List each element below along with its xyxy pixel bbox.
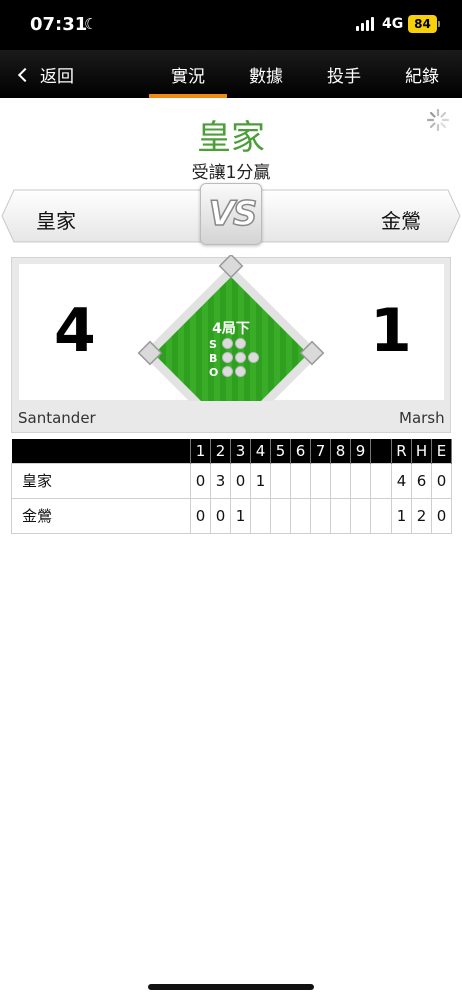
out-label: O xyxy=(209,366,219,379)
header-inning: 5 xyxy=(270,439,291,463)
header-spacer xyxy=(370,439,392,463)
runs-cell: 4 xyxy=(391,462,412,499)
inning-cell xyxy=(330,462,351,499)
linescore-table: 1 2 3 4 5 6 7 8 9 R H E 皇家 0 3 0 1 4 6 0… xyxy=(11,439,452,534)
inning-cell xyxy=(270,497,291,534)
home-indicator[interactable] xyxy=(148,984,314,990)
errors-cell: 0 xyxy=(431,462,452,499)
tab-live[interactable]: 實況 xyxy=(149,62,227,98)
spread-text: 受讓1分贏 xyxy=(191,163,271,183)
header-inning: 9 xyxy=(350,439,371,463)
away-pitcher-name: Santander xyxy=(18,409,96,427)
inning-cell: 1 xyxy=(250,462,271,499)
home-score: 1 xyxy=(370,296,412,366)
header-inning: 4 xyxy=(250,439,271,463)
chevron-left-icon xyxy=(17,67,33,82)
inning-cell xyxy=(290,497,311,534)
inning-cell xyxy=(350,497,371,534)
ball-dot xyxy=(235,352,246,363)
inning-cell: 1 xyxy=(230,497,251,534)
strike-label: S xyxy=(209,338,217,351)
network-type: 4G xyxy=(382,16,404,32)
inning-cell: 3 xyxy=(210,462,231,499)
inning-cell xyxy=(270,462,291,499)
ball-label: B xyxy=(209,352,218,365)
inning-cell: 0 xyxy=(190,497,211,534)
battery-tip xyxy=(438,21,440,27)
home-pitcher-name: Marsh xyxy=(399,409,445,427)
header-runs: R xyxy=(391,439,412,463)
inning-cell xyxy=(310,462,331,499)
strike-dot xyxy=(222,338,233,349)
inning-cell xyxy=(330,497,351,534)
inning-cell xyxy=(250,497,271,534)
out-dot xyxy=(235,366,246,377)
vs-badge: VS xyxy=(200,183,262,245)
away-team-name: 皇家 xyxy=(36,209,76,233)
inning-cell: 0 xyxy=(230,462,251,499)
nav-bar: 返回 實況 數據 投手 紀錄 xyxy=(0,50,462,98)
header-team xyxy=(11,439,191,463)
inning-cell: 0 xyxy=(210,497,231,534)
ball-dot xyxy=(222,352,233,363)
home-team-name: 金鶯 xyxy=(381,209,421,233)
header-inning: 6 xyxy=(290,439,311,463)
tab-records[interactable]: 紀錄 xyxy=(383,62,461,87)
hits-cell: 6 xyxy=(411,462,432,499)
header-inning: 1 xyxy=(190,439,211,463)
moon-icon: ☾ xyxy=(84,15,98,33)
header-inning: 8 xyxy=(330,439,351,463)
out-dot xyxy=(222,366,233,377)
back-label: 返回 xyxy=(40,67,74,87)
status-time: 07:31 xyxy=(30,14,88,35)
inning-cell: 0 xyxy=(190,462,211,499)
row-team-name: 皇家 xyxy=(11,462,191,499)
back-button[interactable]: 返回 xyxy=(16,62,74,87)
tab-pitchers[interactable]: 投手 xyxy=(305,62,383,87)
hits-cell: 2 xyxy=(411,497,432,534)
spacer-cell xyxy=(370,497,392,534)
inning-cell xyxy=(350,462,371,499)
inning-cell xyxy=(290,462,311,499)
tab-stats[interactable]: 數據 xyxy=(227,62,305,87)
page-title: 皇家 xyxy=(197,118,265,158)
spacer-cell xyxy=(370,462,392,499)
away-score: 4 xyxy=(54,296,96,366)
header-inning: 7 xyxy=(310,439,331,463)
linescore-header-row: 1 2 3 4 5 6 7 8 9 R H E xyxy=(11,439,452,463)
table-row: 皇家 0 3 0 1 4 6 0 xyxy=(11,462,452,499)
ball-dot xyxy=(248,352,259,363)
status-bar: 07:31 ☾ 4G 84 xyxy=(0,0,462,50)
inning-cell xyxy=(310,497,331,534)
table-row: 金鶯 0 0 1 1 2 0 xyxy=(11,497,452,534)
header-inning: 2 xyxy=(210,439,231,463)
header-errors: E xyxy=(431,439,452,463)
runs-cell: 1 xyxy=(391,497,412,534)
header-inning: 3 xyxy=(230,439,251,463)
vs-label: VS xyxy=(208,193,258,235)
header-hits: H xyxy=(411,439,432,463)
signal-icon xyxy=(356,17,376,31)
row-team-name: 金鶯 xyxy=(11,497,191,534)
battery-icon: 84 xyxy=(408,15,437,33)
errors-cell: 0 xyxy=(431,497,452,534)
loading-spinner-icon xyxy=(426,108,450,132)
strike-dot xyxy=(235,338,246,349)
